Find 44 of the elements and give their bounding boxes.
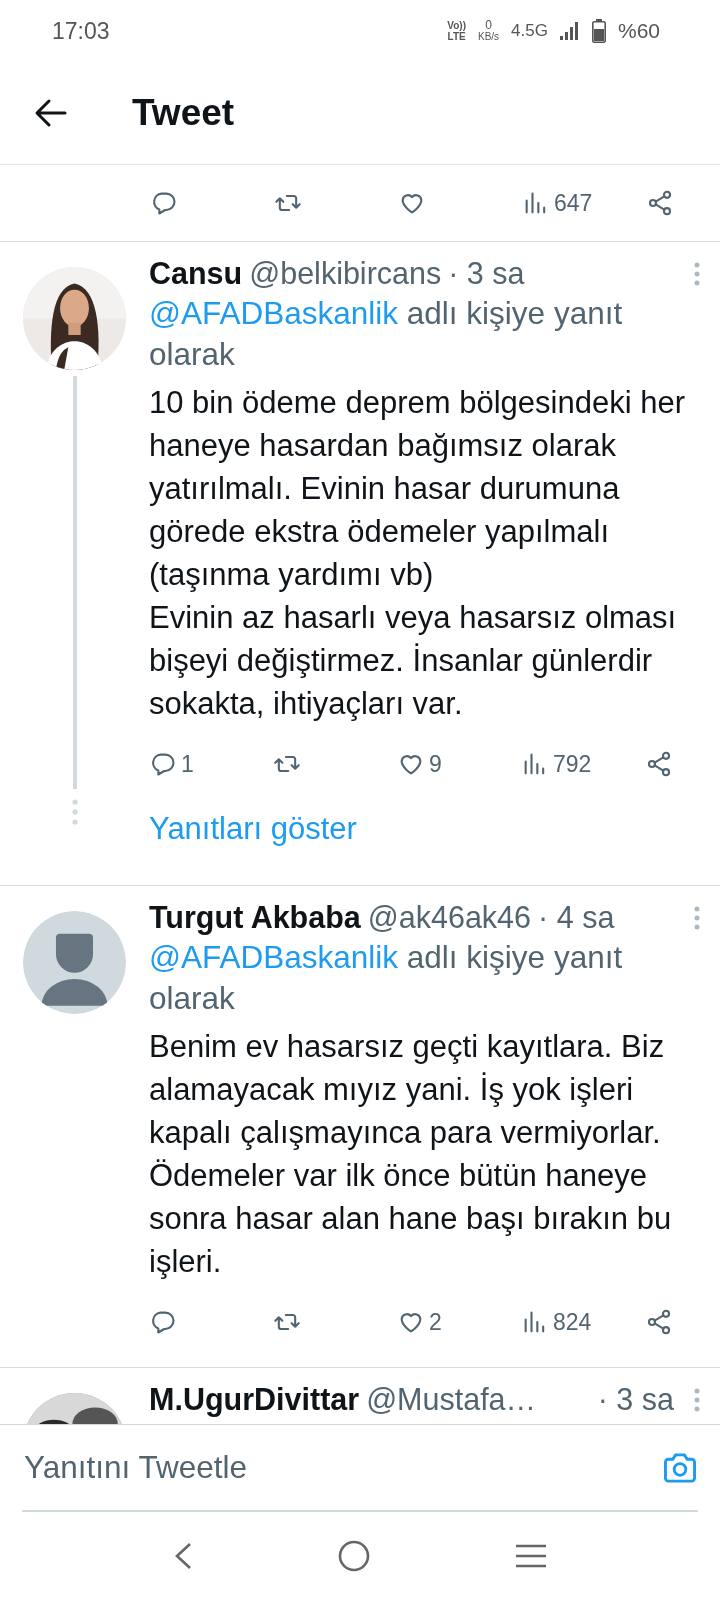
views-button[interactable]: 792 (521, 750, 592, 778)
network-type: 4.5G (511, 21, 548, 41)
recent-apps-button[interactable] (514, 1543, 548, 1569)
home-circle-icon (338, 1540, 370, 1572)
signal-icon (559, 22, 580, 40)
back-button[interactable] (34, 98, 68, 128)
user-handle: @Mustafa… (366, 1382, 537, 1417)
post-time: · 3 sa (597, 1382, 675, 1417)
user-name: Cansu (149, 256, 243, 291)
views-button[interactable]: 647 (522, 189, 593, 217)
user-name: M.UgurDivittar (149, 1382, 360, 1417)
camera-icon (662, 1451, 698, 1484)
share-icon (645, 750, 673, 778)
battery-level: %60 (617, 19, 660, 43)
views-button[interactable]: 824 (521, 1308, 592, 1336)
reply-context: @AFADBaskanlik adlı kişiye yanıt olarak (149, 294, 624, 374)
reply-button[interactable]: 1 (149, 750, 194, 778)
home-button[interactable] (338, 1540, 370, 1572)
share-icon (645, 1308, 673, 1336)
post-time: · 3 sa (448, 256, 525, 291)
user-handle: @belkibircans (249, 256, 442, 291)
share-button[interactable] (645, 1308, 673, 1336)
network-speed: 0 KB/s (478, 20, 500, 42)
like-button[interactable]: 2 (397, 1308, 442, 1336)
volte-icon: Vo)) LTE (447, 20, 466, 42)
post-time: · 4 sa (538, 900, 615, 935)
user-handle: @ak46ak46 (367, 900, 532, 935)
like-button[interactable]: 9 (397, 750, 442, 778)
share-button[interactable] (646, 189, 674, 217)
page-title: Tweet (132, 92, 235, 134)
user-name: Turgut Akbaba (149, 900, 361, 935)
reply-input-field[interactable]: Yanıtını Tweetle (22, 1448, 662, 1487)
camera-button[interactable] (662, 1451, 698, 1484)
menu-icon (514, 1543, 548, 1569)
tweet-text: 10 bin ödeme deprem bölgesindeki her haneye hasardan bağımsız olarak yatırılmalı. Evinin hasar durumuna görede ekstra ödemeler yapılmalı (taşınma yardımı vb) Evinin az hasarlı veya hasarsız olması bişeyi değiştirmez. İnsanlar günlerdir sokakta, ihtiyaçları var. (149, 384, 686, 723)
share-button[interactable] (645, 750, 673, 778)
share-icon (646, 189, 674, 217)
thread-dots-icon (71, 799, 78, 825)
status-time: 17:03 (52, 17, 110, 45)
back-arrow-icon (34, 98, 68, 128)
reply-context: @AFADBaskanlik adlı kişiye yanıt olarak (149, 938, 624, 1018)
tweet-text: Benim ev hasarsız geçti kayıtlara. Biz alamayacak mıyız yani. İş yok işleri kapalı çalışmayınca para vermiyorlar. Ödemeler var ilk önce bütün haneye sonra hasar alan hane başı bırakın bu işleri. (149, 1028, 673, 1281)
avatar-icon (23, 911, 126, 1014)
battery-icon (591, 19, 606, 43)
